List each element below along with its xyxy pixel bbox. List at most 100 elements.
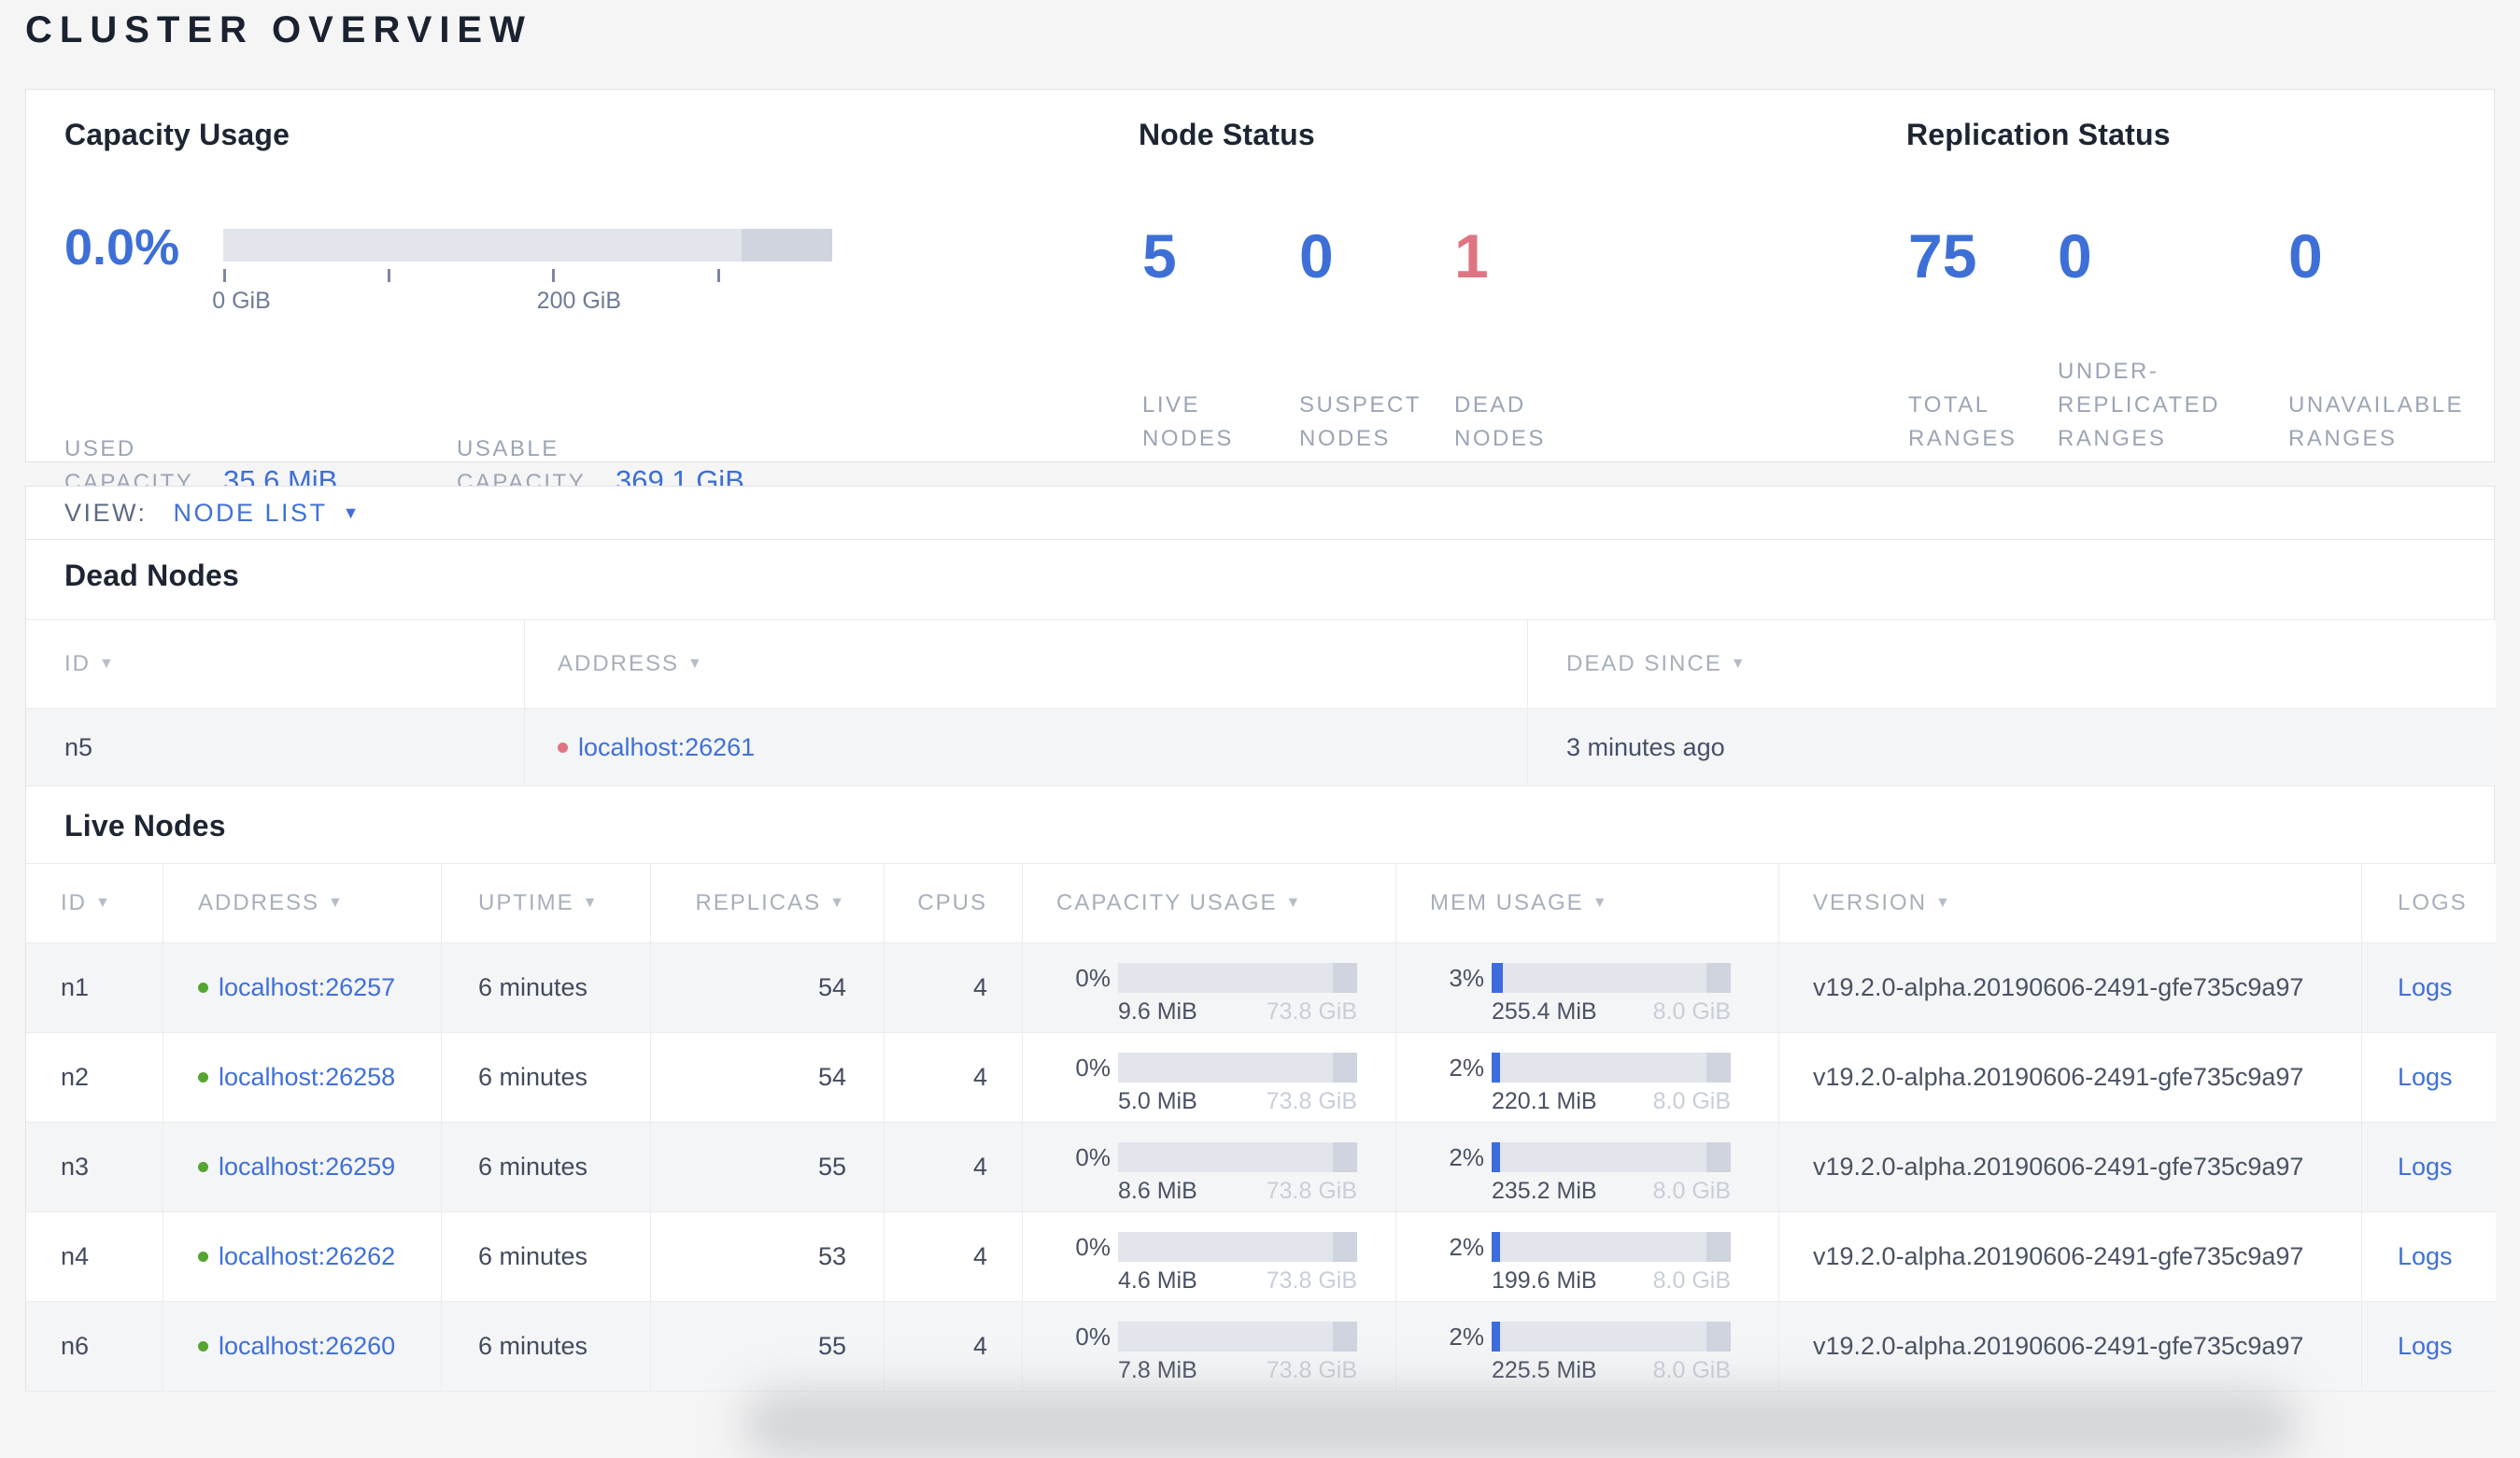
column-header-id[interactable]: ID ▼	[26, 864, 163, 942]
dead-nodes-stat: 1 DEAD NODES	[1454, 220, 1566, 456]
column-header-dead-since[interactable]: DEAD SINCE ▼	[1527, 620, 2496, 708]
mem-bar	[1492, 963, 1731, 993]
column-header-cpus[interactable]: CPUS	[884, 864, 1022, 942]
node-address-link[interactable]: localhost:26257	[219, 973, 395, 1002]
mem-bar-fill	[1492, 963, 1503, 993]
mem-bar-fill	[1492, 1053, 1500, 1083]
node-version: v19.2.0-alpha.20190606-2491-gfe735c9a97	[1778, 943, 2361, 1032]
node-version: v19.2.0-alpha.20190606-2491-gfe735c9a97	[1778, 1302, 2361, 1391]
node-cpus: 4	[884, 1302, 1022, 1391]
sort-desc-icon: ▼	[1285, 895, 1303, 911]
node-capacity-usage: 0% 4.6 MiB 73.8 GiB	[1022, 1212, 1395, 1301]
mem-used-value: 235.2 MiB	[1492, 1178, 1597, 1204]
live-status-icon	[198, 983, 208, 993]
live-nodes-stat: 5 LIVE NODES	[1142, 220, 1254, 456]
node-address-link[interactable]: localhost:26259	[219, 1153, 395, 1182]
capacity-usage-title: Capacity Usage	[64, 118, 290, 151]
node-capacity-usage: 0% 7.8 MiB 73.8 GiB	[1022, 1302, 1395, 1391]
node-uptime: 6 minutes	[441, 1033, 650, 1122]
live-node-row: n3 localhost:26259 6 minutes 55 4 0% 8.6…	[26, 1122, 2496, 1211]
dead-since-value: 3 minutes ago	[1527, 709, 2496, 786]
column-header-version[interactable]: VERSION ▼	[1778, 864, 2361, 942]
logs-link[interactable]: Logs	[2398, 1242, 2453, 1271]
column-header-uptime[interactable]: UPTIME ▼	[441, 864, 650, 942]
column-header-address[interactable]: ADDRESS ▼	[163, 864, 441, 942]
capacity-total-value: 73.8 GiB	[1266, 1178, 1357, 1204]
node-mem-usage: 2% 199.6 MiB 8.0 GiB	[1395, 1212, 1778, 1301]
capacity-bar	[1118, 963, 1357, 993]
capacity-bar-reserved-segment	[1333, 1142, 1357, 1172]
live-nodes-header-row: ID ▼ ADDRESS ▼ UPTIME ▼ REPLICAS ▼ CPUS CAPA…	[26, 864, 2496, 942]
logs-link[interactable]: Logs	[2398, 973, 2453, 1002]
mem-bar-reserved-segment	[1706, 1142, 1731, 1172]
node-address-link[interactable]: localhost:26260	[219, 1332, 395, 1361]
sort-desc-icon: ▼	[582, 895, 600, 911]
capacity-bar	[1118, 1142, 1357, 1172]
node-id: n2	[61, 1063, 90, 1091]
node-uptime: 6 minutes	[441, 1302, 650, 1391]
column-header-mem-usage[interactable]: MEM USAGE ▼	[1395, 864, 1778, 942]
node-id: n4	[61, 1242, 90, 1270]
dead-nodes-table: ID ▼ ADDRESS ▼ DEAD SINCE ▼ n5 localhost…	[26, 619, 2496, 786]
cluster-summary-panel: Capacity Usage 0.0% 0 GiB 200 GiB USED C…	[25, 89, 2495, 497]
column-header-id[interactable]: ID ▼	[26, 620, 524, 708]
capacity-used-value: 4.6 MiB	[1118, 1267, 1197, 1294]
logs-link[interactable]: Logs	[2398, 1332, 2453, 1361]
mem-total-value: 8.0 GiB	[1652, 998, 1731, 1025]
capacity-total-value: 73.8 GiB	[1266, 1357, 1357, 1383]
view-mode-selected: NODE LIST	[173, 498, 328, 527]
logs-link[interactable]: Logs	[2398, 1153, 2453, 1182]
node-address-link[interactable]: localhost:26261	[578, 733, 755, 762]
mem-total-value: 8.0 GiB	[1652, 1357, 1731, 1383]
node-cpus: 4	[884, 1033, 1022, 1122]
mem-bar	[1492, 1142, 1731, 1172]
node-id: n6	[61, 1332, 90, 1360]
node-version: v19.2.0-alpha.20190606-2491-gfe735c9a97	[1778, 1123, 2361, 1211]
node-version: v19.2.0-alpha.20190606-2491-gfe735c9a97	[1778, 1033, 2361, 1122]
capacity-used-value: 8.6 MiB	[1118, 1178, 1197, 1204]
node-replicas: 54	[650, 943, 884, 1032]
under-replicated-label: UNDER-REPLICATED RANGES	[2058, 359, 2220, 451]
live-nodes-title: Live Nodes	[64, 809, 226, 842]
mem-percent: 2%	[1449, 1142, 1484, 1171]
column-header-address[interactable]: ADDRESS ▼	[524, 620, 1527, 708]
mem-percent: 2%	[1449, 1053, 1484, 1082]
node-capacity-usage: 0% 8.6 MiB 73.8 GiB	[1022, 1123, 1395, 1211]
live-nodes-label: LIVE NODES	[1142, 392, 1234, 451]
node-mem-usage: 3% 255.4 MiB 8.0 GiB	[1395, 943, 1778, 1032]
mem-used-value: 225.5 MiB	[1492, 1357, 1597, 1383]
live-status-icon	[198, 1162, 208, 1172]
column-header-replicas[interactable]: REPLICAS ▼	[650, 864, 884, 942]
node-address-link[interactable]: localhost:26262	[219, 1242, 395, 1271]
unavailable-ranges-label: UNAVAILABLE RANGES	[2288, 392, 2465, 451]
total-ranges-count: 75	[1908, 221, 1977, 290]
capacity-used-percent: 0.0%	[64, 219, 180, 276]
dead-nodes-header-row: ID ▼ ADDRESS ▼ DEAD SINCE ▼	[26, 620, 2496, 708]
axis-tick	[388, 269, 390, 282]
node-mem-usage: 2% 225.5 MiB 8.0 GiB	[1395, 1302, 1778, 1391]
mem-used-value: 255.4 MiB	[1492, 998, 1597, 1025]
capacity-bar	[1118, 1232, 1357, 1262]
axis-tick	[552, 269, 555, 282]
unavailable-ranges-stat: 0 UNAVAILABLE RANGES	[2288, 220, 2494, 456]
capacity-bar-reserved-segment	[1333, 1232, 1357, 1262]
suspect-nodes-count: 0	[1299, 221, 1334, 290]
live-status-icon	[198, 1252, 208, 1262]
node-address-link[interactable]: localhost:26258	[219, 1063, 395, 1092]
view-mode-dropdown[interactable]: NODE LIST ▼	[174, 499, 360, 528]
dead-nodes-count: 1	[1454, 221, 1489, 290]
axis-tick	[223, 269, 226, 282]
column-header-capacity-usage[interactable]: CAPACITY USAGE ▼	[1022, 864, 1395, 942]
capacity-used-value: 9.6 MiB	[1118, 998, 1197, 1025]
node-uptime: 6 minutes	[441, 1212, 650, 1301]
capacity-percent: 0%	[1075, 1053, 1111, 1082]
capacity-bar	[1118, 1053, 1357, 1083]
capacity-bar-reserved-segment	[742, 229, 832, 262]
logs-link[interactable]: Logs	[2398, 1063, 2453, 1092]
node-status-title: Node Status	[1139, 118, 1315, 151]
total-ranges-label: TOTAL RANGES	[1908, 392, 2017, 451]
node-uptime: 6 minutes	[441, 1123, 650, 1211]
capacity-total-value: 73.8 GiB	[1266, 1267, 1357, 1294]
capacity-usage-bar	[223, 229, 832, 262]
live-status-icon	[198, 1341, 208, 1352]
